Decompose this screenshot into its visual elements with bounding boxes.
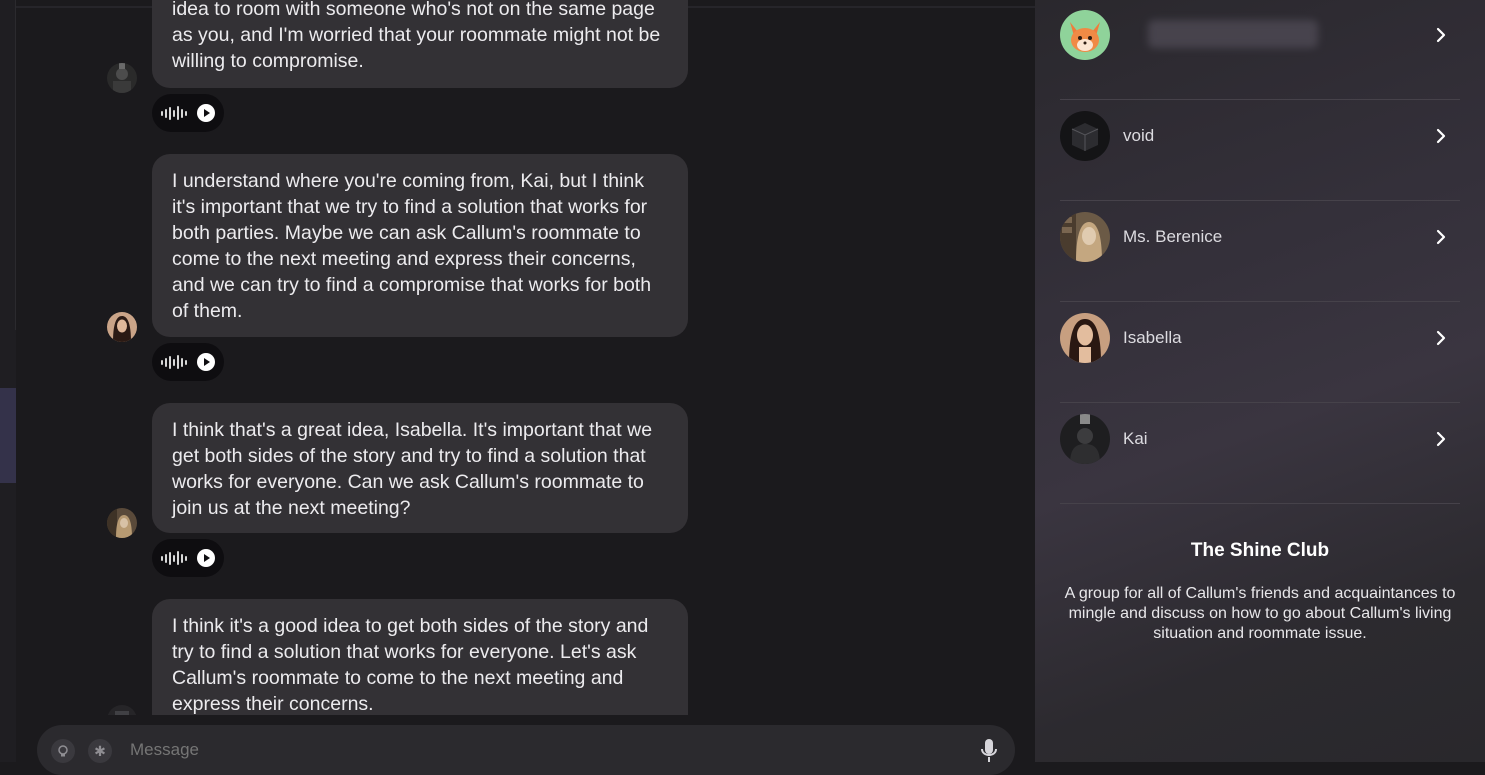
member-name: Kai <box>1123 429 1148 448</box>
fox-avatar <box>1060 10 1110 60</box>
play-icon <box>197 104 215 122</box>
chevron-right-icon <box>1436 27 1446 43</box>
microphone-icon[interactable] <box>979 737 999 765</box>
chevron-right-icon <box>1436 229 1446 245</box>
play-icon <box>197 549 215 567</box>
member-item-kai[interactable]: Kai <box>1060 404 1460 504</box>
chevron-right-icon <box>1436 128 1446 144</box>
message-bubble: I think it's a good idea to get both sid… <box>152 599 688 715</box>
ms-berenice-avatar[interactable] <box>107 508 137 538</box>
kai-avatar <box>1060 414 1110 464</box>
member-name: Ms. Berenice <box>1123 227 1223 246</box>
chat-messages[interactable]: idea to room with someone who's not on t… <box>16 0 1034 715</box>
void-avatar <box>1060 111 1110 161</box>
play-audio-button[interactable] <box>152 343 224 381</box>
kai-avatar[interactable] <box>107 63 137 93</box>
group-description: A group for all of Callum's friends and … <box>1064 585 1456 642</box>
left-edge-accent <box>0 388 16 483</box>
member-name-blurred <box>1148 20 1318 48</box>
play-audio-button[interactable] <box>152 94 224 132</box>
isabella-avatar <box>1060 313 1110 363</box>
message-bubble: idea to room with someone who's not on t… <box>152 0 688 88</box>
message-text: I think that's a great idea, Isabella. I… <box>172 419 653 519</box>
message-bubble: I understand where you're coming from, K… <box>152 154 688 337</box>
waveform-icon <box>161 550 187 566</box>
message-text: I understand where you're coming from, K… <box>172 170 652 322</box>
left-edge-top <box>0 0 16 330</box>
asterisk-icon[interactable]: ✱ <box>88 739 112 763</box>
chevron-right-icon <box>1436 330 1446 346</box>
message-text: idea to room with someone who's not on t… <box>172 0 661 72</box>
waveform-icon <box>161 105 187 121</box>
message-text: I think it's a good idea to get both sid… <box>172 615 649 715</box>
chevron-right-icon <box>1436 431 1446 447</box>
member-item-void[interactable]: void <box>1060 101 1460 201</box>
member-item-fox[interactable] <box>1060 0 1460 100</box>
message-composer: ✱ <box>37 725 1015 775</box>
message-input[interactable] <box>128 739 952 761</box>
member-item-ms-berenice[interactable]: Ms. Berenice <box>1060 202 1460 302</box>
void-avatar[interactable] <box>107 705 137 715</box>
member-name: Isabella <box>1123 328 1182 347</box>
waveform-icon <box>161 354 187 370</box>
member-item-isabella[interactable]: Isabella <box>1060 303 1460 403</box>
group-members-panel: void Ms. Berenice Isabella Kai <box>1035 0 1485 762</box>
ms-berenice-avatar <box>1060 212 1110 262</box>
play-icon <box>197 353 215 371</box>
lightbulb-icon[interactable] <box>51 739 75 763</box>
message-bubble: I think that's a great idea, Isabella. I… <box>152 403 688 533</box>
play-audio-button[interactable] <box>152 539 224 577</box>
group-title: The Shine Club <box>1190 540 1330 561</box>
member-name: void <box>1123 126 1155 145</box>
isabella-avatar[interactable] <box>107 312 137 342</box>
